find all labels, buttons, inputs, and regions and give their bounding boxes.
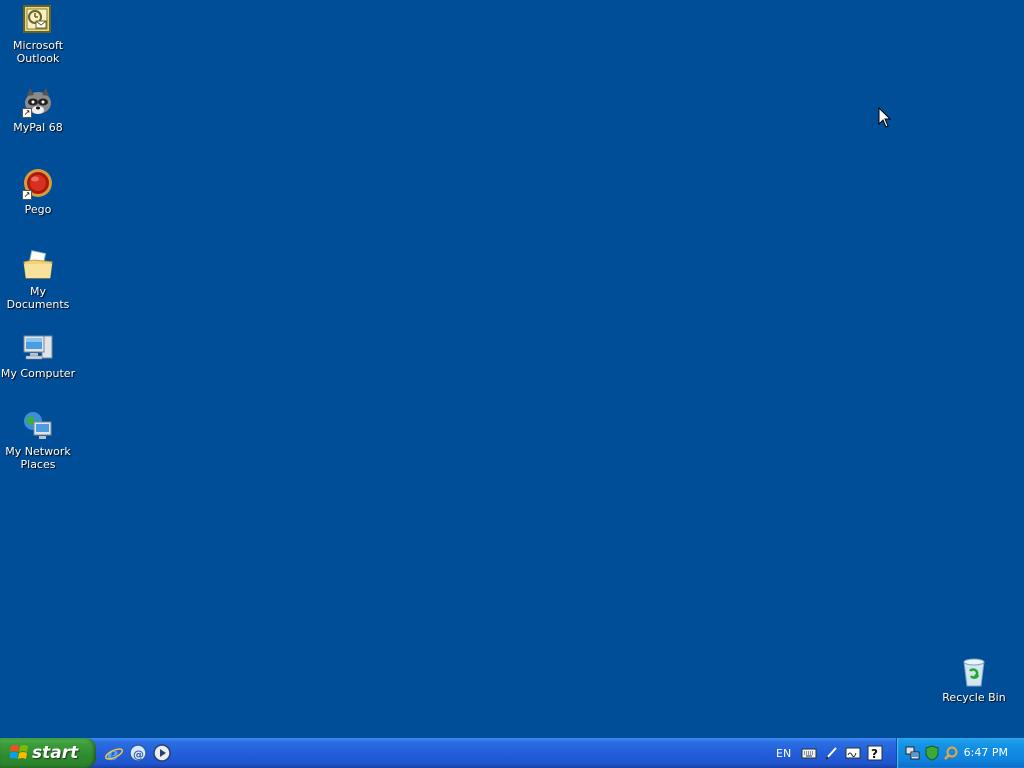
desktop-icon-label: Microsoft Outlook [12,39,64,65]
desktop-icon-label: MyPal 68 [13,121,63,134]
folder-documents-icon [22,250,54,282]
mouse-cursor-icon [878,107,892,128]
desktop-icon-microsoft-outlook[interactable]: Microsoft Outlook [0,4,76,65]
system-tray: 6:47 PM [896,738,1024,768]
svg-text:?: ? [871,747,878,761]
language-bar: EN ? [776,744,883,762]
desktop-icon-mypal-68[interactable]: ↗ MyPal 68 [0,86,76,134]
language-indicator[interactable]: EN [776,747,791,760]
search-magnifier-icon[interactable] [943,745,959,761]
network-places-icon [22,410,54,442]
network-connection-icon[interactable] [905,745,921,761]
taskbar: start e @ EN ? 6:47 PM [0,738,1024,768]
desktop-icon-pego[interactable]: ↗ Pego [0,168,76,216]
desktop-icon-my-computer[interactable]: My Computer [0,332,76,380]
desktop-icon-label: Pego [24,203,52,216]
handwriting-pad-icon[interactable] [845,745,861,761]
media-player-icon[interactable] [152,743,172,763]
desktop-icon-label: My Documents [6,285,70,311]
help-icon[interactable]: ? [867,745,883,761]
shortcut-arrow-icon: ↗ [22,190,32,200]
clock[interactable]: 6:47 PM [964,738,1008,768]
outlook-express-icon[interactable]: @ [128,743,148,763]
shortcut-arrow-icon: ↗ [22,108,32,118]
keyboard-icon[interactable] [801,745,817,761]
computer-icon [22,332,54,364]
mypal-raccoon-icon: ↗ [22,86,54,118]
desktop-icon-label: My Computer [0,367,76,380]
security-shield-icon[interactable] [924,745,940,761]
desktop-icon-label: My Network Places [5,445,71,471]
start-label: start [32,743,79,763]
desktop-icon-my-network-places[interactable]: My Network Places [0,410,76,471]
desktop-icon-label: Recycle Bin [942,691,1006,704]
desktop-icon-recycle-bin[interactable]: Recycle Bin [936,656,1012,704]
quick-launch-bar: e @ [104,743,172,765]
recycle-bin-icon [958,656,990,688]
start-button[interactable]: start [0,738,96,768]
outlook-icon [22,4,54,36]
svg-text:@: @ [133,748,144,761]
windows-logo-icon [10,745,28,759]
desktop[interactable]: Microsoft Outlook ↗ MyPal 68 ↗ Pego My D… [0,0,1024,738]
desktop-icon-my-documents[interactable]: My Documents [0,250,76,311]
pego-red-orb-icon: ↗ [22,168,54,200]
pen-icon[interactable] [823,745,839,761]
internet-explorer-icon[interactable]: e [104,743,124,765]
